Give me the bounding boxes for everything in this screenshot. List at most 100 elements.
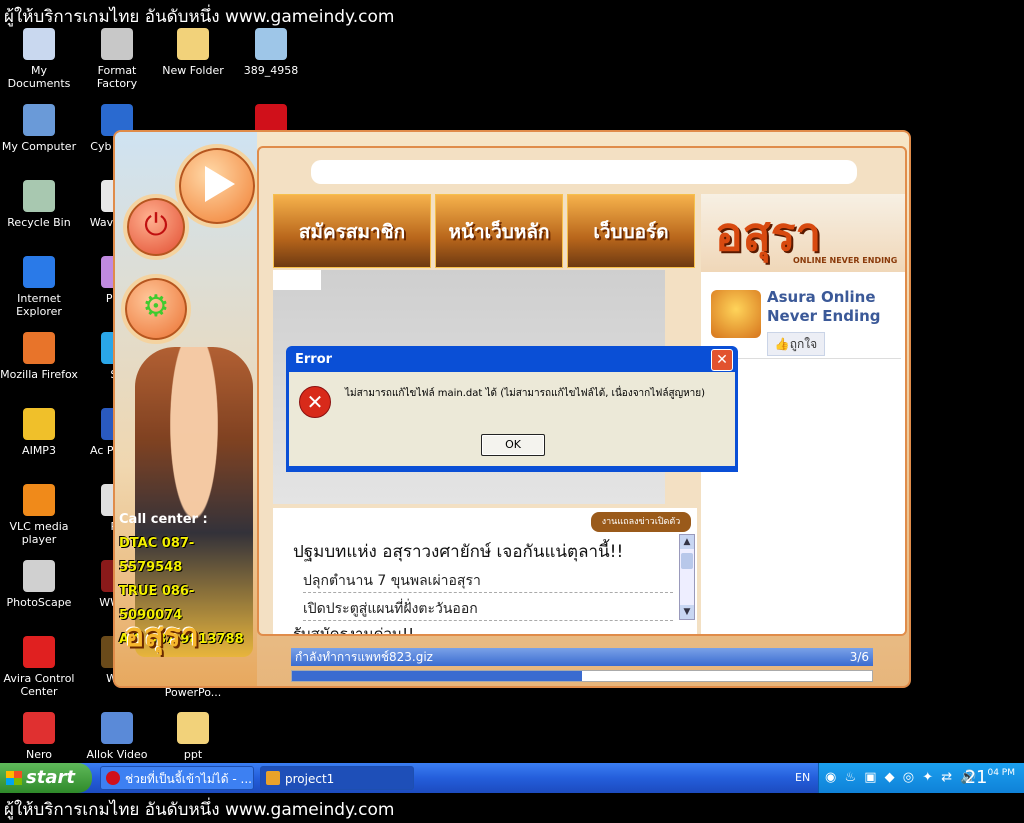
taskbar-item-label: project1 (285, 772, 335, 786)
aimp-icon (23, 408, 55, 440)
facebook-page-avatar[interactable] (711, 290, 761, 338)
clock[interactable]: 2104 PM (965, 767, 1015, 788)
desktop-icon-label: ppt (183, 748, 203, 761)
content-tab (273, 270, 321, 290)
internet-explorer-icon (23, 256, 55, 288)
patch-count: 3/6 (849, 650, 869, 664)
launcher-left-panel: ⏻ ⚙ Call center : DTAC 087-5579548 TRUE … (115, 132, 259, 686)
format-factory-icon (101, 28, 133, 60)
tray-icons[interactable]: ◉ ♨ ▣ ◆ ◎ ✦ ⇄ 🔊 (825, 770, 979, 785)
patch-status-text: กำลังทำการแพทช์823.giz (295, 650, 433, 664)
error-icon: ✕ (299, 386, 331, 418)
power-icon: ⏻ (144, 208, 168, 243)
desktop-icon-label: AIMP3 (22, 444, 56, 457)
register-button[interactable]: สมัครสมาชิก (273, 194, 431, 268)
clock-minute: 04 PM (987, 768, 1015, 778)
recycle-bin-icon (23, 180, 55, 212)
asura-banner-tagline: ONLINE NEVER ENDING (793, 256, 898, 265)
news-item[interactable]: รับสมัครงานด่วน!! (293, 622, 414, 634)
desktop-icon[interactable]: New Folder (154, 28, 232, 77)
desktop-icon[interactable]: Allok Video (78, 712, 156, 761)
taskbar-item-opera[interactable]: ช่วยที่เป็นจี้เข้าไม่ได้ - ... (100, 766, 254, 790)
settings-button[interactable]: ⚙ (121, 274, 191, 344)
patch-status-bar: กำลังทำการแพทช์823.giz 3/6 (291, 648, 873, 666)
desktop-icon[interactable]: PhotoScape (0, 560, 78, 609)
dialog-message: ไม่สามารถแก้ไขไฟล์ main.dat ได้ (ไม่สามา… (345, 388, 706, 399)
desktop-icon[interactable]: Mozilla Firefox (0, 332, 78, 381)
desktop-icon-label: Internet Explorer (16, 292, 62, 318)
clock-hour: 21 (964, 767, 988, 788)
homepage-button[interactable]: หน้าเว็บหลัก (435, 194, 563, 268)
folder-icon (177, 712, 209, 744)
desktop-icon[interactable]: Nero (0, 712, 78, 761)
asura-banner[interactable]: อสุรา ONLINE NEVER ENDING (701, 194, 905, 272)
documents-icon (23, 28, 55, 60)
desktop-icon[interactable]: Format Factory (78, 28, 156, 90)
watermark-bottom: ผู้ให้บริการเกมไทย อันดับหนึ่ง www.gamei… (4, 800, 395, 820)
scroll-thumb[interactable] (681, 553, 693, 569)
desktop-icon-label: My Documents (7, 64, 71, 90)
asura-logo: อสุรา (125, 616, 199, 654)
start-label: start (26, 767, 75, 788)
desktop-icon-label: Recycle Bin (7, 216, 71, 229)
news-tag-button[interactable]: งานแถลงข่าวเปิดตัว (591, 512, 691, 532)
desktop-icon[interactable]: My Documents (0, 28, 78, 90)
system-tray: EN ◉ ♨ ▣ ◆ ◎ ✦ ⇄ 🔊 2104 PM (795, 763, 1024, 793)
desktop-icon[interactable]: My Computer (0, 104, 78, 153)
taskbar-item-project1[interactable]: project1 (260, 766, 414, 790)
vlc-icon (23, 484, 55, 516)
patch-progress-fill (292, 671, 582, 681)
news-scrollbar[interactable]: ▲ ▼ (679, 534, 695, 620)
allok-video-icon (101, 712, 133, 744)
webboard-button[interactable]: เว็บบอร์ด (567, 194, 695, 268)
desktop-icon-label: Avira Control Center (3, 672, 75, 698)
dialog-title: Error (295, 352, 333, 367)
error-dialog[interactable]: Error ✕ ✕ ไม่สามารถแก้ไขไฟล์ main.dat ได… (286, 346, 738, 472)
desktop-icon[interactable]: AIMP3 (0, 408, 78, 457)
start-button[interactable]: start (0, 763, 92, 793)
address-bar[interactable] (311, 160, 857, 184)
gear-icon: ⚙ (142, 289, 170, 324)
watermark-top: ผู้ให้บริการเกมไทย อันดับหนึ่ง www.gamei… (4, 7, 395, 27)
facebook-page-name[interactable]: Asura Online Never Ending (767, 288, 897, 326)
opera-icon (106, 771, 120, 785)
nero-icon (23, 712, 55, 744)
folder-icon (177, 28, 209, 60)
taskbar: start ช่วยที่เป็นจี้เข้าไม่ได้ - ... pro… (0, 763, 1024, 793)
scroll-down-icon[interactable]: ▼ (680, 605, 694, 619)
news-panel: งานแถลงข่าวเปิดตัว ปฐมบทแห่ง อสุราวงศายั… (273, 508, 697, 634)
image-file-icon (255, 28, 287, 60)
power-button[interactable]: ⏻ (123, 194, 189, 260)
dialog-titlebar[interactable]: Error ✕ (289, 346, 735, 372)
desktop-icon-label: My Computer (1, 140, 77, 153)
language-indicator[interactable]: EN (795, 771, 810, 784)
computer-icon (23, 104, 55, 136)
scroll-up-icon[interactable]: ▲ (680, 535, 694, 549)
desktop-icon[interactable]: VLC media player (0, 484, 78, 546)
desktop-icon-label: VLC media player (9, 520, 69, 546)
taskbar-item-label: ช่วยที่เป็นจี้เข้าไม่ได้ - ... (125, 772, 252, 786)
desktop-icon-label: Nero (25, 748, 52, 761)
news-item[interactable]: ปลุกตำนาน 7 ขุนพลเผ่าอสุรา (303, 570, 673, 593)
desktop-icon[interactable]: 389_4958 (232, 28, 310, 77)
play-button[interactable] (175, 144, 259, 228)
ok-button[interactable]: OK (481, 434, 545, 456)
patch-progress-bar (291, 670, 873, 682)
desktop-icon-label: PhotoScape (6, 596, 72, 609)
news-item[interactable]: เปิดประตูสู่แผนที่ฝั่งตะวันออก (303, 598, 673, 621)
desktop-icon[interactable]: ppt (154, 712, 232, 761)
like-button[interactable]: 👍ถูกใจ (767, 332, 825, 356)
desktop-icon-label: Mozilla Firefox (0, 368, 78, 381)
desktop-icon[interactable]: Internet Explorer (0, 256, 78, 318)
firefox-icon (23, 332, 55, 364)
desktop-icon[interactable]: Recycle Bin (0, 180, 78, 229)
close-button[interactable]: ✕ (711, 349, 733, 371)
news-headline[interactable]: ปฐมบทแห่ง อสุราวงศายักษ์ เจอกันแน่ตุลานี… (293, 538, 623, 565)
desktop-icon-label: Allok Video (86, 748, 148, 761)
like-label: ถูกใจ (789, 337, 818, 351)
windows-logo-icon (6, 771, 22, 785)
close-icon: ✕ (716, 352, 728, 368)
desktop-icon[interactable]: Avira Control Center (0, 636, 78, 698)
call-center-dtac: DTAC 087-5579548 (119, 536, 195, 575)
call-center-title: Call center : (119, 512, 208, 527)
